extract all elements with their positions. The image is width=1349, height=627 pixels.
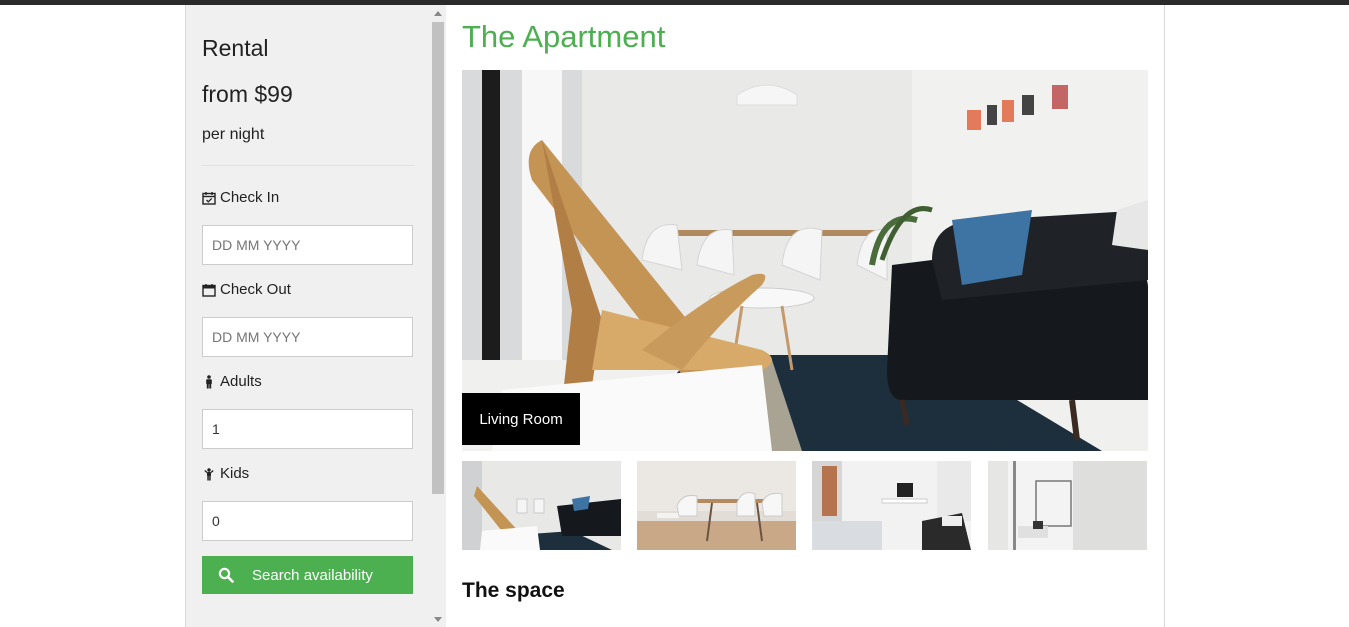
search-availability-button[interactable]: Search availability [202, 556, 413, 594]
thumbnail-dining[interactable] [637, 461, 796, 550]
thumbnail-strip [462, 461, 1148, 550]
kids-label: Kids [202, 465, 249, 482]
check-in-input[interactable] [202, 225, 413, 265]
search-icon [218, 567, 234, 583]
hero-image-living-room[interactable]: Living Room [462, 70, 1148, 451]
divider [202, 165, 414, 166]
thumbnail-living-room-photo [462, 461, 621, 550]
page-title: The Apartment [462, 19, 666, 54]
booking-sidebar: Rental from $99 per night Check In Check… [186, 5, 431, 627]
kids-label-text: Kids [220, 465, 250, 482]
thumbnail-bedroom[interactable] [812, 461, 971, 550]
kids-input[interactable] [202, 501, 413, 541]
male-icon [206, 374, 212, 388]
hero-caption: Living Room [462, 393, 580, 445]
thumbnail-window-room[interactable] [988, 461, 1147, 550]
child-icon [204, 467, 214, 480]
scrollbar-thumb[interactable] [432, 22, 444, 494]
check-out-label: Check Out [202, 281, 291, 298]
price-text: from $99 [202, 81, 293, 107]
check-out-input[interactable] [202, 317, 413, 357]
thumbnail-bedroom-photo [812, 461, 971, 550]
page-container: Rental from $99 per night Check In Check… [185, 5, 1165, 627]
rental-label: Rental [202, 35, 269, 61]
check-out-label-text: Check Out [220, 281, 291, 298]
adults-label-text: Adults [220, 373, 262, 390]
thumbnail-dining-photo [637, 461, 796, 550]
calendar-icon [202, 283, 216, 297]
check-in-label-text: Check In [220, 189, 280, 206]
per-night-label: per night [202, 126, 265, 143]
section-title-the-space: The space [462, 579, 565, 602]
search-button-label: Search availability [252, 566, 373, 584]
thumbnail-window-room-photo [988, 461, 1147, 550]
main-content: The Apartment Living Room The space [462, 5, 1149, 627]
calendar-check-icon [202, 191, 216, 205]
scroll-up-arrow[interactable] [434, 11, 442, 16]
adults-label: Adults [202, 373, 262, 390]
scroll-down-arrow[interactable] [434, 617, 442, 622]
thumbnail-living-room[interactable] [462, 461, 621, 550]
adults-input[interactable] [202, 409, 413, 449]
check-in-label: Check In [202, 189, 279, 206]
